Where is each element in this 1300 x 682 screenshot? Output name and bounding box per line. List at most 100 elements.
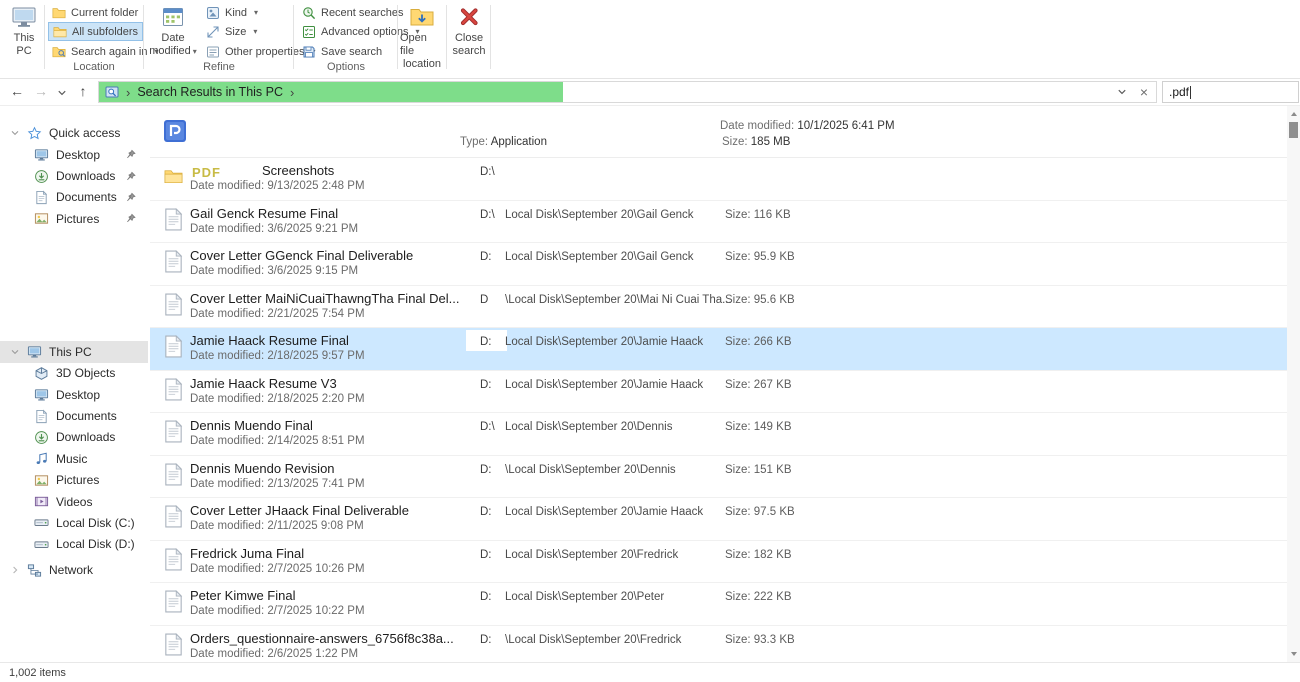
breadcrumb[interactable]: Search Results in This PC: [137, 85, 283, 99]
scrollbar-thumb[interactable]: [1289, 122, 1298, 138]
file-name: Orders_questionnaire-answers_6756f8c38a.…: [190, 631, 454, 646]
breadcrumb-chevron-icon: ›: [126, 85, 130, 100]
advanced-options-icon: [302, 25, 316, 39]
date-modified-label-line1: Date: [161, 32, 184, 45]
pdf-badge: PDF: [192, 165, 221, 180]
open-file-location-button[interactable]: Open file location: [400, 2, 444, 71]
scroll-up-arrow-icon[interactable]: [1289, 109, 1299, 119]
date-modified-button[interactable]: Date modified▾: [150, 2, 196, 58]
file-path: \Local Disk\September 20\Fredrick: [505, 634, 681, 646]
type-label: Type:: [460, 136, 488, 148]
sidebar-item-downloads[interactable]: Downloads: [0, 165, 148, 186]
file-date-modified: Date modified: 2/6/2025 1:22 PM: [190, 648, 358, 660]
results-list: Type: Application Date modified: 10/1/20…: [150, 106, 1287, 662]
file-icon: [164, 250, 183, 273]
scroll-down-arrow-icon[interactable]: [1289, 649, 1299, 659]
size-icon: [206, 25, 220, 39]
ribbon-separator: [293, 5, 294, 69]
advanced-options-label: Advanced options: [321, 26, 408, 38]
expand-chevron-icon[interactable]: [10, 347, 20, 357]
search-result-row[interactable]: Fredrick Juma Final Date modified: 2/7/2…: [150, 541, 1287, 584]
item-label: Videos: [56, 495, 92, 509]
expand-chevron-icon[interactable]: [10, 128, 20, 138]
search-result-row[interactable]: Orders_questionnaire-answers_6756f8c38a.…: [150, 626, 1287, 663]
pin-icon: [125, 213, 136, 224]
star-icon: [27, 126, 42, 141]
search-result-row[interactable]: Gail Genck Resume Final Date modified: 3…: [150, 201, 1287, 244]
item-label: Pictures: [56, 473, 99, 487]
date-value: 10/1/2025 6:41 PM: [797, 120, 894, 132]
sidebar-item-documents[interactable]: Documents: [0, 187, 148, 208]
file-size: Size: 97.5 KB: [725, 506, 795, 518]
ribbon-separator: [397, 5, 398, 69]
back-button[interactable]: ←: [8, 83, 26, 99]
videos-icon: [34, 494, 49, 509]
sidebar-item-pictures[interactable]: Pictures: [0, 470, 148, 491]
recent-locations-dropdown[interactable]: [57, 88, 67, 98]
sidebar-section-network[interactable]: Network: [0, 559, 148, 581]
search-result-row[interactable]: Jamie Haack Resume Final Date modified: …: [150, 328, 1287, 371]
sidebar-item-pictures[interactable]: Pictures: [0, 208, 148, 229]
sidebar-item-videos[interactable]: Videos: [0, 491, 148, 512]
stop-search-button[interactable]: ×: [1132, 84, 1156, 100]
search-result-row[interactable]: Dennis Muendo Final Date modified: 2/14/…: [150, 413, 1287, 456]
subfolders-icon: [53, 25, 67, 39]
sidebar-item-local-disk-c[interactable]: Local Disk (C:): [0, 512, 148, 533]
item-label: Pictures: [56, 212, 99, 226]
search-result-row[interactable]: Cover Letter GGenck Final Deliverable Da…: [150, 243, 1287, 286]
all-subfolders-button[interactable]: All subfolders: [48, 22, 143, 41]
expand-chevron-icon[interactable]: [10, 565, 20, 575]
downloads-icon: [34, 169, 49, 184]
file-drive: D:: [480, 506, 492, 518]
sidebar-item-3d-objects[interactable]: 3D Objects: [0, 363, 148, 384]
file-name: Screenshots: [262, 163, 334, 178]
kind-button[interactable]: Kind ▾: [202, 3, 262, 22]
search-result-row[interactable]: Cover Letter JHaack Final Deliverable Da…: [150, 498, 1287, 541]
file-path: Local Disk\September 20\Jamie Haack: [505, 336, 703, 348]
size-button[interactable]: Size ▾: [202, 22, 261, 41]
vertical-scrollbar[interactable]: [1287, 106, 1300, 662]
file-date-modified: Date modified: 2/13/2025 7:41 PM: [190, 478, 365, 490]
pin-icon: [125, 149, 136, 160]
refine-group-label: Refine: [146, 61, 292, 73]
sidebar-section-quick-access[interactable]: Quick access: [0, 122, 148, 144]
desktop-icon: [34, 147, 49, 162]
file-date-modified: Date modified: 2/14/2025 8:51 PM: [190, 435, 365, 447]
file-path: \Local Disk\September 20\Dennis: [505, 464, 676, 476]
downloads-icon: [34, 430, 49, 445]
search-box[interactable]: .pdf: [1162, 81, 1299, 103]
file-explorer-window: This PC Current folder All subfolders Se…: [0, 0, 1300, 682]
file-icon: [164, 208, 183, 231]
desktop-icon: [34, 387, 49, 402]
address-bar[interactable]: › Search Results in This PC › ×: [98, 81, 1157, 103]
file-icon: [164, 378, 183, 401]
sidebar-item-downloads[interactable]: Downloads: [0, 427, 148, 448]
documents-icon: [34, 409, 49, 424]
search-result-row[interactable]: PDF Screenshots Date modified: 9/13/2025…: [150, 158, 1287, 201]
this-pc-scope-button[interactable]: This PC: [6, 2, 42, 58]
item-label: Local Disk (C:): [56, 516, 135, 530]
sidebar-item-music[interactable]: Music: [0, 448, 148, 469]
forward-button[interactable]: →: [32, 83, 50, 99]
sidebar-section-this-pc[interactable]: This PC: [0, 341, 148, 363]
search-result-row[interactable]: Dennis Muendo Revision Date modified: 2/…: [150, 456, 1287, 499]
sidebar-item-desktop[interactable]: Desktop: [0, 144, 148, 165]
current-folder-button[interactable]: Current folder: [48, 3, 142, 22]
address-history-dropdown[interactable]: [1112, 87, 1132, 97]
close-search-button[interactable]: Close search: [450, 2, 488, 58]
sidebar-item-desktop[interactable]: Desktop: [0, 384, 148, 405]
file-icon: [164, 420, 183, 443]
file-size: Size: 266 KB: [725, 336, 791, 348]
search-result-row[interactable]: Cover Letter MaiNiCuaiThawngTha Final De…: [150, 286, 1287, 329]
application-result-item[interactable]: Type: Application Date modified: 10/1/20…: [150, 106, 1287, 158]
folder-search-icon: [52, 45, 66, 59]
sidebar-item-local-disk-d[interactable]: Local Disk (D:): [0, 534, 148, 555]
sidebar-item-documents[interactable]: Documents: [0, 405, 148, 426]
search-result-row[interactable]: Peter Kimwe Final Date modified: 2/7/202…: [150, 583, 1287, 626]
file-icon: [164, 165, 183, 188]
pictures-icon: [34, 211, 49, 226]
search-result-row[interactable]: Jamie Haack Resume V3 Date modified: 2/1…: [150, 371, 1287, 414]
pin-icon: [125, 171, 136, 182]
save-search-button[interactable]: Save search: [298, 42, 386, 61]
up-button[interactable]: ↑: [74, 83, 92, 99]
